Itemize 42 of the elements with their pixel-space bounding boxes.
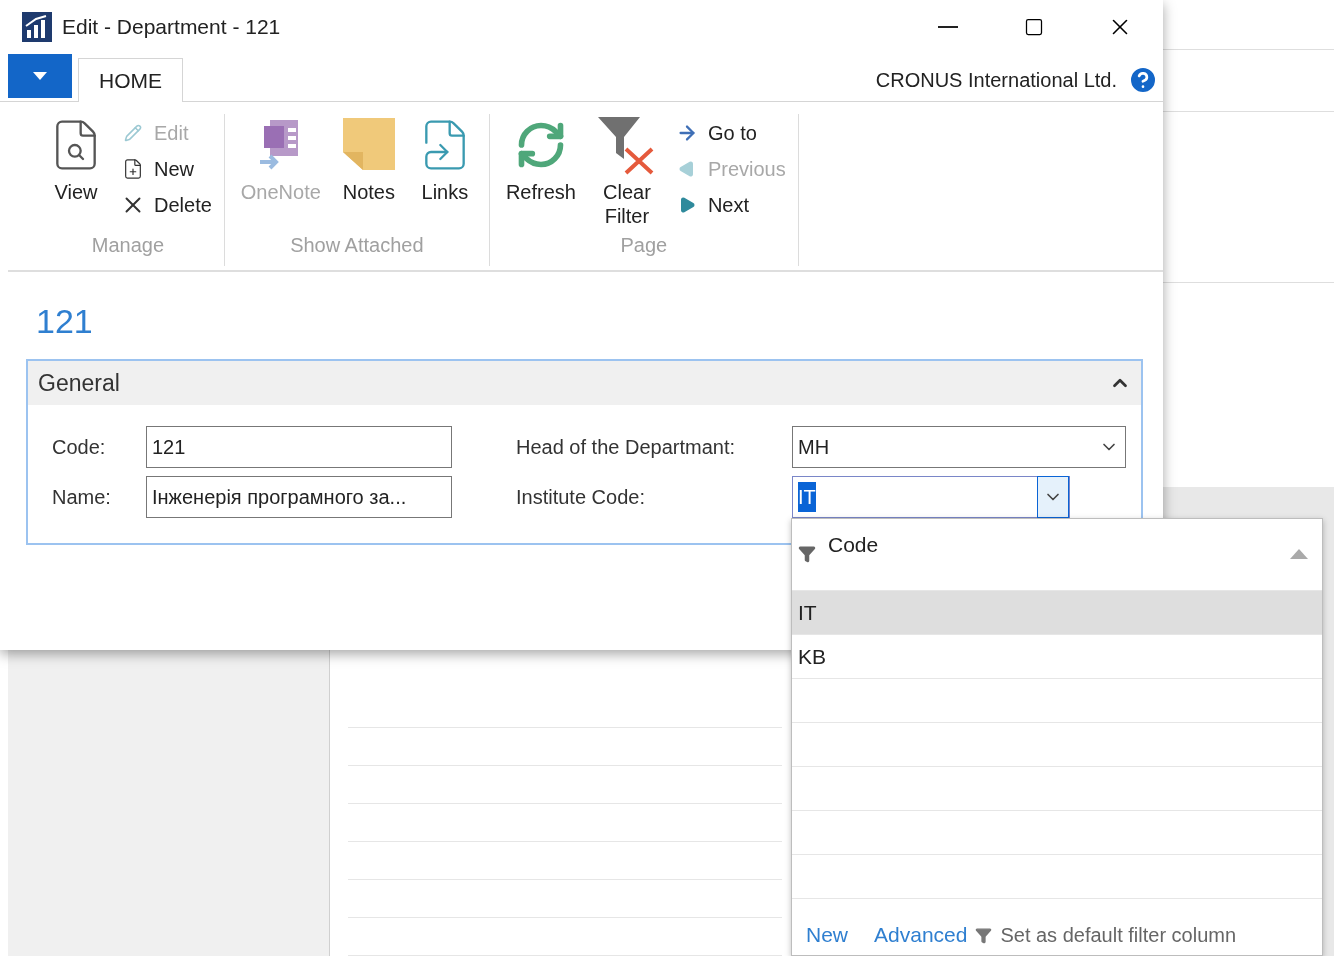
ribbon-button[interactable]: Refresh xyxy=(501,114,580,204)
filter-icon xyxy=(975,926,993,944)
lookup-row[interactable]: IT xyxy=(792,591,1322,635)
ribbon-button[interactable]: View xyxy=(44,114,108,204)
new-link[interactable]: New xyxy=(806,919,848,951)
maximize-icon xyxy=(1024,17,1044,37)
group-label: Page xyxy=(620,233,668,258)
company-name: CRONUS International Ltd. xyxy=(875,68,1117,93)
ribbon-button[interactable]: Next xyxy=(673,190,786,220)
ribbon-button[interactable]: Clear Filter xyxy=(591,114,662,228)
field-label: Institute Code: xyxy=(516,485,646,510)
group-label: Manage xyxy=(91,233,165,258)
section-header[interactable]: General xyxy=(28,361,1141,405)
ribbon-button[interactable]: New xyxy=(120,154,212,184)
field-label: Head of the Departmant: xyxy=(516,435,736,460)
ribbon-button[interactable]: Delete xyxy=(120,190,212,220)
ribbon-button[interactable]: Go to xyxy=(673,118,786,148)
ribbon-tab[interactable]: HOME xyxy=(78,58,183,102)
page-title: 121 xyxy=(36,302,93,340)
chart-app-icon xyxy=(22,12,52,42)
filter-icon[interactable] xyxy=(798,545,816,563)
input-field[interactable]: 121 xyxy=(146,426,452,468)
ribbon-button[interactable]: Links xyxy=(412,114,477,204)
lookup-row[interactable]: KB xyxy=(792,635,1322,679)
new-document-icon xyxy=(122,158,144,180)
field-label: Name: xyxy=(52,485,112,510)
caret-icon xyxy=(32,71,48,81)
application-menu-button[interactable] xyxy=(8,54,72,98)
triangle-left-icon xyxy=(677,160,696,178)
default-filter-link[interactable]: Set as default filter column xyxy=(1000,920,1237,950)
advanced-link[interactable]: Advanced xyxy=(874,919,968,951)
dropdown-field[interactable]: MH xyxy=(792,426,1126,468)
pencil-icon xyxy=(124,124,142,142)
minimize-icon xyxy=(938,26,958,28)
dropdown-field[interactable]: IT xyxy=(792,476,1070,518)
window-title: Edit - Department - 121 xyxy=(62,14,281,41)
ribbon-button[interactable]: Notes xyxy=(336,114,401,204)
column-header[interactable]: Code xyxy=(828,529,879,561)
group-label: Show Attached xyxy=(290,233,424,258)
sort-ascending-icon[interactable] xyxy=(1290,549,1308,559)
field-label: Code: xyxy=(52,435,107,460)
input-field[interactable]: Інженерія програмного за... xyxy=(146,476,452,518)
